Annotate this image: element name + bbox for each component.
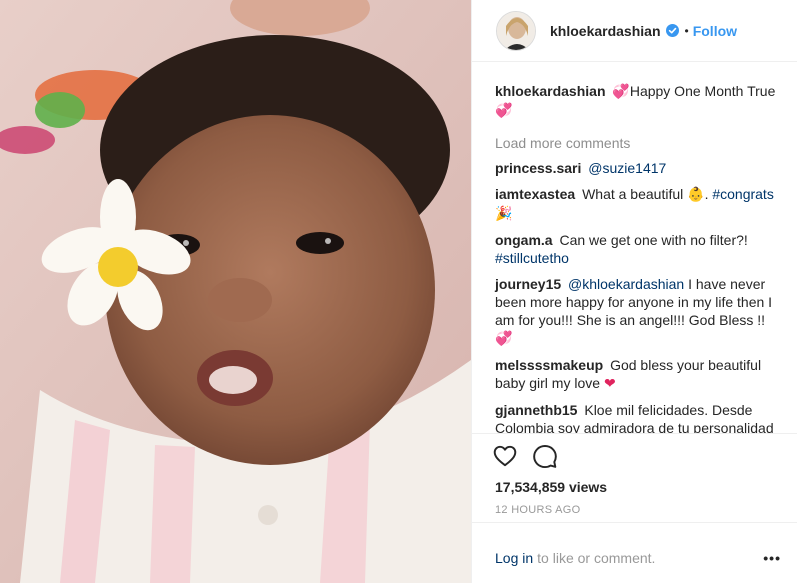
comment-item: ongam.a Can we get one with no filter?! … — [495, 231, 783, 267]
avatar-image — [497, 11, 535, 50]
comment-text: What a beautiful — [582, 186, 684, 202]
red-heart-emoji: ❤ — [603, 376, 616, 392]
comment-username[interactable]: ongam.a — [495, 232, 553, 248]
caption: khloekardashian 💞Happy One Month True 💞 — [495, 82, 783, 120]
caption-username[interactable]: khloekardashian — [495, 83, 606, 99]
avatar[interactable] — [496, 10, 536, 51]
comment-username[interactable]: journey15 — [495, 276, 561, 292]
sparkling-heart-emoji: 💞 — [495, 331, 513, 347]
action-bar — [472, 433, 797, 477]
post-username[interactable]: khloekardashian — [550, 23, 661, 39]
post-header: khloekardashian • Follow — [472, 0, 797, 62]
comment-item: iamtexastea What a beautiful 👶. #congrat… — [495, 186, 774, 222]
comments-list: khloekardashian 💞Happy One Month True 💞 … — [472, 62, 797, 433]
comment-text: Can we get one with no filter?! — [559, 232, 748, 248]
login-link[interactable]: Log in — [495, 550, 533, 566]
comment-mention[interactable]: @khloekardashian — [568, 276, 684, 292]
comment-mention[interactable]: @suzie1417 — [588, 160, 666, 176]
follow-button[interactable]: Follow — [693, 23, 737, 39]
caption-text: Happy One Month True — [629, 83, 776, 99]
post-photo[interactable] — [0, 0, 471, 583]
more-options-icon[interactable]: ••• — [763, 550, 781, 566]
comment-username[interactable]: iamtexastea — [495, 186, 575, 202]
comment-hashtag[interactable]: #stillcutetho — [495, 250, 569, 266]
comment-item: princess.sari @suzie1417 — [495, 159, 783, 177]
verified-badge-icon — [665, 24, 679, 37]
heart-outline-icon[interactable] — [492, 443, 518, 469]
comment-item: journey15 @khloekardashian I have never … — [495, 275, 783, 348]
comment-username[interactable]: melssssmakeup — [495, 357, 603, 373]
baby-photo-illustration — [0, 0, 471, 583]
sparkling-heart-emoji: 💞 — [612, 84, 630, 100]
comment-hashtag[interactable]: #congrats — [712, 186, 773, 202]
load-more-comments-button[interactable]: Load more comments — [495, 134, 783, 152]
instagram-post: khloekardashian • Follow khloekardashian… — [0, 0, 797, 583]
comment-item: gjannethb15 Kloe mil felicidades. Desde … — [495, 401, 783, 433]
comment-item: melssssmakeup God bless your beautiful b… — [495, 356, 783, 393]
comment-username[interactable]: princess.sari — [495, 160, 581, 176]
speech-bubble-icon[interactable] — [532, 443, 558, 469]
comment-footer: Log in to like or comment. ••• — [472, 533, 797, 583]
party-popper-emoji: 🎉 — [495, 206, 513, 222]
comment-username[interactable]: gjannethb15 — [495, 402, 577, 418]
header-separator: • — [684, 23, 689, 38]
view-count[interactable]: 17,534,859 views — [472, 477, 797, 497]
post-timestamp: 12 HOURS AGO — [472, 497, 797, 523]
baby-emoji: 👶 — [687, 187, 705, 203]
login-prompt-text: to like or comment. — [537, 550, 656, 566]
sparkling-heart-emoji: 💞 — [495, 103, 513, 119]
post-sidebar: khloekardashian • Follow khloekardashian… — [471, 0, 797, 583]
